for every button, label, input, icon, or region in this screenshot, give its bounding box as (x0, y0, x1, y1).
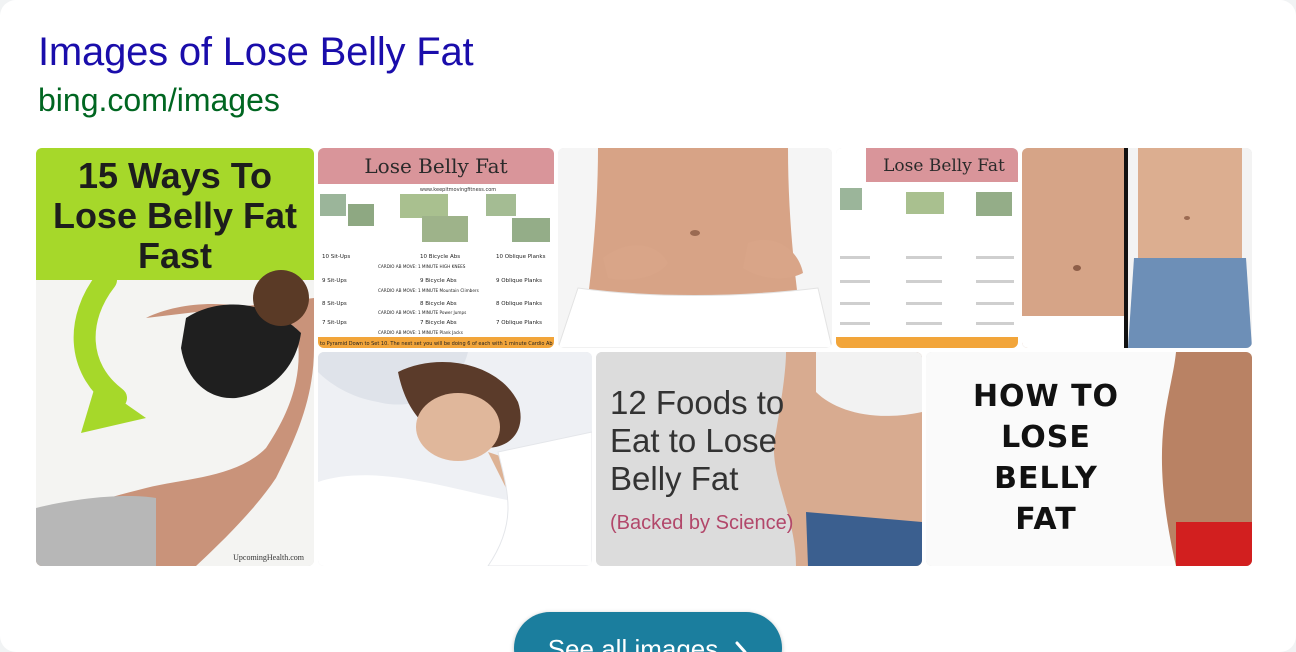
image-workout-chart: Lose Belly Fat www.keepitmovingfitness.c… (318, 148, 554, 348)
tile1-line2: Lose Belly Fat (53, 195, 297, 236)
tile7-sub: (Backed by Science) (610, 512, 793, 534)
tile2-site: www.keepitmovingfitness.com (420, 187, 496, 193)
tile7-line2: Eat to Lose (610, 422, 777, 459)
tile8-line3: BELLY (994, 461, 1098, 496)
tile8-line4: FAT (1015, 502, 1076, 537)
see-all-images-button[interactable]: See all images (514, 612, 782, 652)
image-sleeping (318, 352, 592, 566)
tile8-line2: LOSE (1001, 420, 1091, 455)
image-thumbnail-8[interactable]: HOW TO LOSE BELLY FAT (926, 352, 1252, 566)
tile4-heading: Lose Belly Fat (883, 156, 1005, 176)
image-belly-pinch (558, 148, 832, 348)
row4-c: 7 Oblique Planks (496, 320, 542, 326)
image-thumbnail-2[interactable]: Lose Belly Fat www.keepitmovingfitness.c… (318, 148, 554, 348)
tile2-heading: Lose Belly Fat (364, 154, 507, 178)
images-title-link[interactable]: Images of Lose Belly Fat (38, 30, 474, 75)
row1-b: 10 Bicycle Abs (420, 254, 460, 260)
tile1-line1: 15 Ways To (78, 155, 272, 196)
image-15-ways: 15 Ways To Lose Belly Fat Fast UpcomingH… (36, 148, 314, 566)
row1-a: 10 Sit-Ups (322, 254, 350, 260)
row2-c: 9 Oblique Planks (496, 278, 542, 284)
tile2-footer: to Pyramid Down to Set 10. The next set … (320, 341, 553, 347)
image-thumbnail-7[interactable]: 12 Foods to Eat to Lose Belly Fat (Backe… (596, 352, 922, 566)
tile1-credit: UpcomingHealth.com (233, 553, 305, 562)
row4-note: CARDIO AB MOVE: 1 MINUTE Plank Jacks (378, 330, 463, 335)
image-thumbnail-6[interactable] (318, 352, 592, 566)
chevron-right-icon (735, 641, 747, 652)
row3-note: CARDIO AB MOVE: 1 MINUTE Power Jumps (378, 310, 466, 315)
image-before-after (1022, 148, 1252, 348)
image-thumbnail-1[interactable]: 15 Ways To Lose Belly Fat Fast UpcomingH… (36, 148, 314, 566)
row2-b: 9 Bicycle Abs (420, 278, 457, 284)
source-url[interactable]: bing.com/images (38, 82, 280, 119)
image-12-foods: 12 Foods to Eat to Lose Belly Fat (Backe… (596, 352, 922, 566)
image-how-to: HOW TO LOSE BELLY FAT (926, 352, 1252, 566)
row3-c: 8 Oblique Planks (496, 301, 542, 307)
row4-a: 7 Sit-Ups (322, 320, 347, 326)
image-workout-chart-small: Lose Belly Fat (836, 148, 1018, 348)
image-thumbnail-3[interactable] (558, 148, 832, 348)
row1-c: 10 Oblique Planks (496, 254, 546, 260)
image-thumbnail-4[interactable]: Lose Belly Fat (836, 148, 1018, 348)
row2-a: 9 Sit-Ups (322, 278, 347, 284)
tile8-line1: HOW TO (973, 379, 1119, 414)
tile7-line1: 12 Foods to (610, 384, 784, 421)
tile7-line3: Belly Fat (610, 460, 738, 497)
see-all-images-label: See all images (547, 634, 719, 652)
row2-note: CARDIO AB MOVE: 1 MINUTE Mountain Climbe… (378, 288, 479, 293)
image-answer-card: Images of Lose Belly Fat bing.com/images… (0, 0, 1296, 652)
row4-b: 7 Bicycle Abs (420, 320, 457, 326)
tile1-line3: Fast (138, 235, 212, 276)
row3-a: 8 Sit-Ups (322, 301, 347, 307)
row1-note: CARDIO AB MOVE: 1 MINUTE HIGH KNEES (378, 264, 466, 269)
row3-b: 8 Bicycle Abs (420, 301, 457, 307)
image-thumbnail-5[interactable] (1022, 148, 1252, 348)
